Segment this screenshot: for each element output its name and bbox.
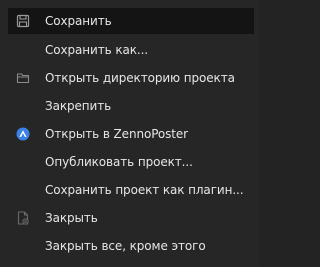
menu-item-save-as-plugin[interactable]: Сохранить проект как плагин... (0, 177, 258, 203)
folder-icon (16, 73, 30, 84)
menu-item-label: Закрыть (45, 211, 98, 225)
menu-item-label: Сохранить проект как плагин... (45, 183, 244, 197)
menu-item-save[interactable]: Сохранить (8, 8, 254, 34)
menu-item-publish-project[interactable]: Опубликовать проект... (0, 149, 258, 175)
menu-item-label: Закрепить (45, 99, 112, 113)
menu-item-label: Закрыть все, кроме этого (45, 239, 206, 253)
menu-item-save-as[interactable]: Сохранить как... (0, 37, 258, 63)
menu-item-open-project-directory[interactable]: Открыть директорию проекта (0, 65, 258, 91)
menu-item-label: Открыть в ZennoPoster (45, 127, 189, 141)
menu-item-label: Сохранить (45, 14, 112, 28)
menu-item-open-in-zennoposter[interactable]: Открыть в ZennoPoster (0, 121, 258, 147)
menu-item-close-all-except-this[interactable]: Закрыть все, кроме этого (0, 233, 258, 259)
menu-item-label: Сохранить как... (45, 43, 149, 57)
zennoposter-icon (16, 127, 30, 141)
menu-item-pin[interactable]: Закрепить (0, 93, 258, 119)
close-document-icon (17, 211, 29, 225)
menu-item-close[interactable]: Закрыть (0, 205, 258, 231)
menu-item-label: Опубликовать проект... (45, 155, 193, 169)
save-icon (16, 14, 30, 28)
context-menu: Сохранить Сохранить как... Открыть дирек… (0, 0, 258, 267)
menu-item-label: Открыть директорию проекта (45, 71, 235, 85)
